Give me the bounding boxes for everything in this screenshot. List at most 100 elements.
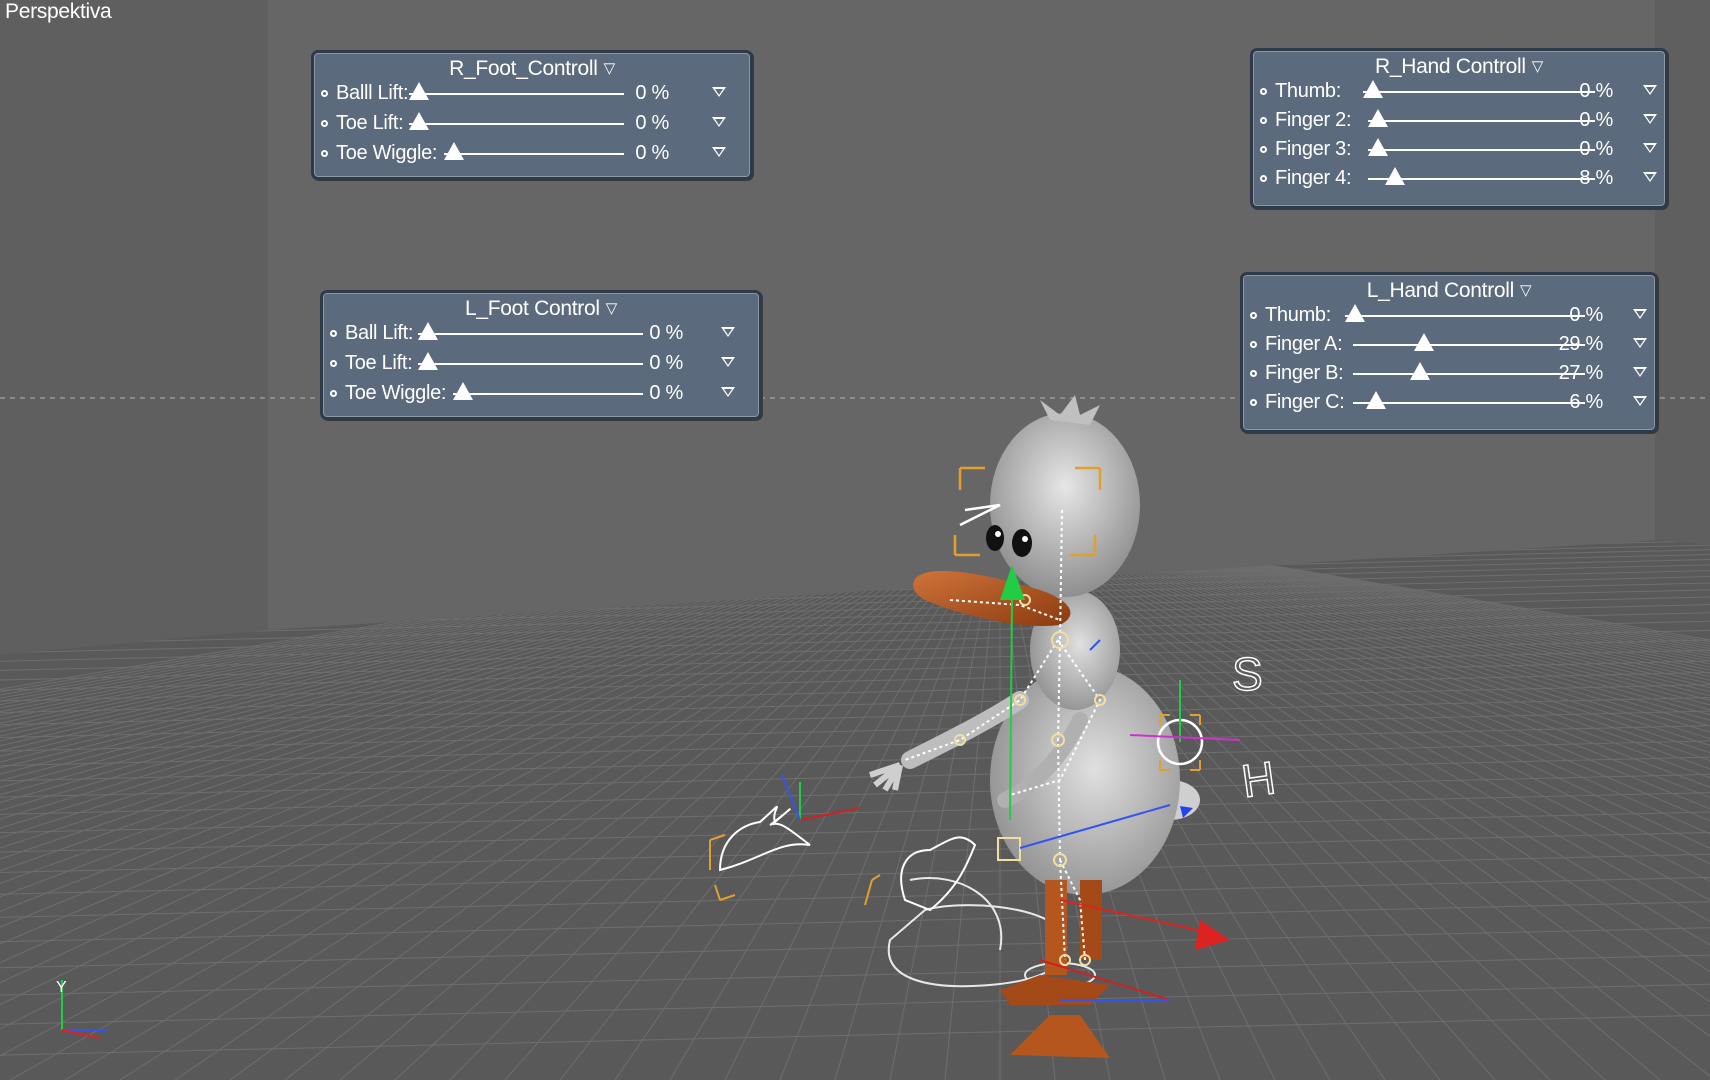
slider-track[interactable]: [1368, 149, 1595, 151]
slider-track[interactable]: [409, 123, 624, 125]
keyframe-toggle-icon[interactable]: [1250, 370, 1257, 377]
slider-thumb[interactable]: [1410, 362, 1431, 380]
keyframe-toggle-icon[interactable]: [330, 390, 337, 397]
slider-thumb[interactable]: [1368, 109, 1388, 127]
slider-label: Toe Wiggle:: [336, 142, 438, 164]
keyframe-toggle-icon[interactable]: [321, 120, 328, 127]
slider-row: Finger 2: 0 %: [1253, 108, 1665, 136]
keyframe-toggle-icon[interactable]: [1260, 146, 1267, 153]
wall-left: [0, 0, 270, 700]
slider-track[interactable]: [1353, 402, 1585, 404]
slider-value[interactable]: 29 %: [1559, 333, 1604, 356]
value-dropdown-icon[interactable]: [721, 357, 735, 367]
value-dropdown-icon[interactable]: [721, 387, 735, 397]
slider-thumb[interactable]: [444, 142, 464, 160]
panel-title[interactable]: L_Foot Control ▽: [323, 297, 759, 321]
slider-row: Toe Lift: 0 %: [323, 351, 759, 379]
slider-track[interactable]: [418, 363, 643, 365]
slider-track[interactable]: [1353, 373, 1585, 375]
keyframe-toggle-icon[interactable]: [1250, 341, 1257, 348]
value-dropdown-icon[interactable]: [721, 327, 735, 337]
handle-label-s[interactable]: S: [1231, 647, 1263, 701]
slider-value[interactable]: 8 %: [1579, 167, 1613, 190]
slider-row: Toe Wiggle: 0 %: [314, 141, 750, 169]
value-dropdown-icon[interactable]: [1633, 338, 1647, 348]
keyframe-toggle-icon[interactable]: [1260, 117, 1267, 124]
duck-eye-right: [1012, 529, 1032, 557]
slider-track[interactable]: [1345, 315, 1585, 317]
slider-value[interactable]: 0 %: [1579, 138, 1613, 161]
slider-track[interactable]: [409, 93, 624, 95]
slider-value[interactable]: 0 %: [635, 82, 669, 105]
slider-thumb[interactable]: [1345, 304, 1365, 322]
slider-value[interactable]: 27 %: [1559, 362, 1604, 385]
keyframe-toggle-icon[interactable]: [1250, 312, 1257, 319]
perspective-viewport[interactable]: Y S H Perspektiva R_Foot_Controll ▽ Ball…: [0, 0, 1710, 1080]
keyframe-toggle-icon[interactable]: [321, 90, 328, 97]
value-dropdown-icon[interactable]: [712, 147, 726, 157]
slider-thumb[interactable]: [1414, 333, 1435, 351]
slider-value[interactable]: 0 %: [649, 382, 683, 405]
slider-value[interactable]: 0 %: [1579, 109, 1613, 132]
value-dropdown-icon[interactable]: [1643, 172, 1657, 182]
keyframe-toggle-icon[interactable]: [321, 150, 328, 157]
slider-thumb[interactable]: [1363, 80, 1383, 98]
keyframe-toggle-icon[interactable]: [330, 330, 337, 337]
r-hand-control-panel[interactable]: R_Hand Controll ▽ Thumb: 0 % Finger 2: 0 % Fin…: [1250, 48, 1668, 209]
slider-track[interactable]: [1353, 344, 1585, 346]
value-dropdown-icon[interactable]: [1633, 309, 1647, 319]
slider-value[interactable]: 0 %: [649, 322, 683, 345]
slider-thumb[interactable]: [409, 82, 429, 100]
slider-thumb[interactable]: [453, 382, 473, 400]
slider-value[interactable]: 0 %: [635, 112, 669, 135]
keyframe-toggle-icon[interactable]: [330, 360, 337, 367]
value-dropdown-icon[interactable]: [712, 87, 726, 97]
axis-y-label: Y: [56, 979, 67, 996]
value-dropdown-icon[interactable]: [1643, 85, 1657, 95]
slider-track[interactable]: [453, 393, 643, 395]
slider-thumb[interactable]: [1384, 167, 1405, 185]
slider-row: Finger C: 6 %: [1243, 390, 1655, 418]
keyframe-toggle-icon[interactable]: [1250, 399, 1257, 406]
value-dropdown-icon[interactable]: [1633, 367, 1647, 377]
slider-label: Finger B:: [1265, 362, 1344, 384]
value-dropdown-icon[interactable]: [712, 117, 726, 127]
keyframe-toggle-icon[interactable]: [1260, 175, 1267, 182]
panel-title[interactable]: R_Hand Controll ▽: [1253, 55, 1665, 79]
dropdown-arrow-icon[interactable]: ▽: [606, 299, 618, 317]
duck-eye-left: [986, 525, 1004, 551]
slider-value[interactable]: 0 %: [1569, 304, 1603, 327]
slider-label: Balll Lift:: [336, 82, 409, 104]
slider-value[interactable]: 0 %: [649, 352, 683, 375]
slider-value[interactable]: 6 %: [1569, 391, 1603, 414]
slider-thumb[interactable]: [418, 322, 438, 340]
panel-title-text: L_Foot Control: [465, 297, 600, 320]
panel-title-text: R_Foot_Controll: [449, 57, 598, 80]
slider-thumb[interactable]: [409, 112, 429, 130]
slider-value[interactable]: 0 %: [635, 142, 669, 165]
panel-title[interactable]: R_Foot_Controll ▽: [314, 57, 750, 81]
panel-title[interactable]: L_Hand Controll ▽: [1243, 279, 1655, 303]
slider-row: Thumb: 0 %: [1253, 79, 1665, 107]
r-foot-control-panel[interactable]: R_Foot_Controll ▽ Balll Lift: 0 % Toe Lift: 0…: [311, 50, 753, 180]
slider-thumb[interactable]: [1365, 391, 1386, 409]
value-dropdown-icon[interactable]: [1643, 114, 1657, 124]
value-dropdown-icon[interactable]: [1643, 143, 1657, 153]
viewport-label: Perspektiva: [5, 0, 112, 23]
slider-thumb[interactable]: [418, 352, 438, 370]
slider-thumb[interactable]: [1368, 138, 1388, 156]
l-hand-control-panel[interactable]: L_Hand Controll ▽ Thumb: 0 % Finger A: 29 % Fi…: [1240, 272, 1658, 433]
slider-track[interactable]: [418, 333, 643, 335]
dropdown-arrow-icon[interactable]: ▽: [604, 59, 616, 77]
slider-row: Finger 4: 8 %: [1253, 166, 1665, 194]
slider-track[interactable]: [444, 153, 624, 155]
slider-value[interactable]: 0 %: [1579, 80, 1613, 103]
slider-track[interactable]: [1368, 120, 1595, 122]
dropdown-arrow-icon[interactable]: ▽: [1532, 57, 1544, 75]
dropdown-arrow-icon[interactable]: ▽: [1520, 281, 1532, 299]
l-foot-control-panel[interactable]: L_Foot Control ▽ Ball Lift: 0 % Toe Lift: 0 %…: [320, 290, 762, 420]
keyframe-toggle-icon[interactable]: [1260, 88, 1267, 95]
slider-row: Toe Lift: 0 %: [314, 111, 750, 139]
value-dropdown-icon[interactable]: [1633, 396, 1647, 406]
slider-track[interactable]: [1363, 91, 1595, 93]
